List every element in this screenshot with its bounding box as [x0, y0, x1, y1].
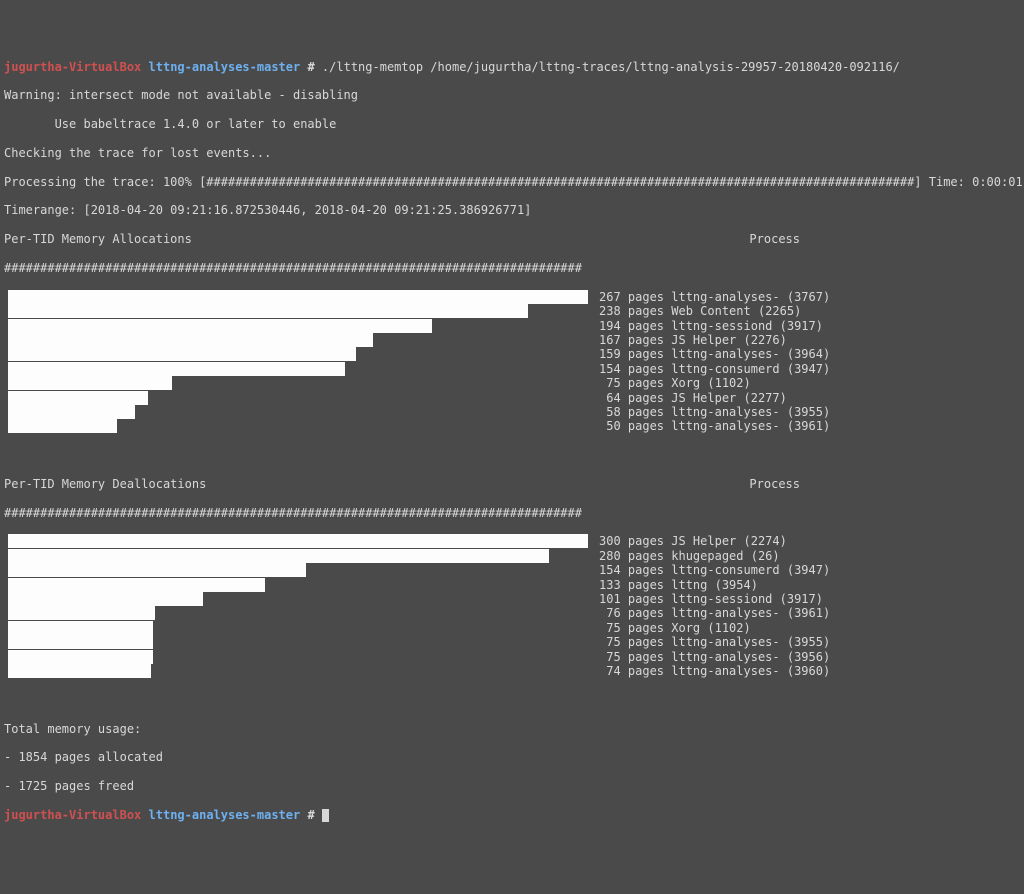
bar-fill	[8, 333, 373, 347]
bar-fill	[8, 563, 306, 577]
warning-line-2: Use babeltrace 1.4.0 or later to enable	[4, 117, 1020, 131]
bar-row: 159 pages lttng-analyses- (3964)	[4, 347, 1020, 361]
bar-label: 154 pages lttng-consumerd (3947)	[599, 362, 830, 376]
alloc-title: Per-TID Memory Allocations	[4, 232, 192, 246]
bar-fill	[8, 362, 345, 376]
bar-label: 194 pages lttng-sessiond (3917)	[599, 319, 823, 333]
bar-label: 75 pages lttng-analyses- (3956)	[599, 650, 830, 664]
prompt-sep: #	[300, 60, 322, 74]
bar-fill	[8, 534, 588, 548]
alloc-header: Per-TID Memory Allocations Process	[4, 232, 1020, 246]
bar-row: 76 pages lttng-analyses- (3961)	[4, 606, 1020, 620]
bar-fill	[8, 391, 148, 405]
bar-row: 154 pages lttng-consumerd (3947)	[4, 563, 1020, 577]
bar-fill	[8, 405, 135, 419]
bar-row: 267 pages lttng-analyses- (3767)	[4, 290, 1020, 304]
bar-row: 75 pages lttng-analyses- (3955)	[4, 635, 1020, 649]
bar-label: 133 pages lttng (3954)	[599, 578, 758, 592]
alloc-hashline: ########################################…	[4, 261, 1020, 275]
summary-allocated: - 1854 pages allocated	[4, 750, 1020, 764]
prompt-line-1: jugurtha-VirtualBox lttng-analyses-maste…	[4, 60, 1020, 74]
bar-row: 64 pages JS Helper (2277)	[4, 391, 1020, 405]
bar-label: 238 pages Web Content (2265)	[599, 304, 801, 318]
bar-row: 280 pages khugepaged (26)	[4, 549, 1020, 563]
bar-fill	[8, 606, 155, 620]
bar-label: 75 pages Xorg (1102)	[599, 376, 751, 390]
bar-label: 300 pages JS Helper (2274)	[599, 534, 787, 548]
bar-fill	[8, 650, 153, 664]
bar-fill	[8, 621, 153, 635]
checking-line: Checking the trace for lost events...	[4, 146, 1020, 160]
dealloc-title: Per-TID Memory Deallocations	[4, 477, 206, 491]
bar-row: 167 pages JS Helper (2276)	[4, 333, 1020, 347]
bar-row: 238 pages Web Content (2265)	[4, 304, 1020, 318]
alloc-chart: 267 pages lttng-analyses- (3767)238 page…	[4, 290, 1020, 434]
bar-label: 50 pages lttng-analyses- (3961)	[599, 419, 830, 433]
bar-fill	[8, 578, 265, 592]
bar-fill	[8, 319, 432, 333]
bar-label: 154 pages lttng-consumerd (3947)	[599, 563, 830, 577]
bar-label: 75 pages Xorg (1102)	[599, 621, 751, 635]
bar-row: 58 pages lttng-analyses- (3955)	[4, 405, 1020, 419]
bar-label: 159 pages lttng-analyses- (3964)	[599, 347, 830, 361]
bar-row: 75 pages Xorg (1102)	[4, 621, 1020, 635]
bar-row: 194 pages lttng-sessiond (3917)	[4, 319, 1020, 333]
bar-fill	[8, 549, 549, 563]
bar-row: 101 pages lttng-sessiond (3917)	[4, 592, 1020, 606]
summary-title: Total memory usage:	[4, 722, 1020, 736]
working-dir: lttng-analyses-master	[149, 60, 301, 74]
bar-row: 133 pages lttng (3954)	[4, 578, 1020, 592]
bar-label: 76 pages lttng-analyses- (3961)	[599, 606, 830, 620]
dealloc-chart: 300 pages JS Helper (2274)280 pages khug…	[4, 534, 1020, 678]
timerange-line: Timerange: [2018-04-20 09:21:16.87253044…	[4, 203, 1020, 217]
bar-label: 64 pages JS Helper (2277)	[599, 391, 787, 405]
bar-fill	[8, 635, 153, 649]
user-host: jugurtha-VirtualBox	[4, 808, 141, 822]
summary-freed: - 1725 pages freed	[4, 779, 1020, 793]
bar-row: 75 pages Xorg (1102)	[4, 376, 1020, 390]
alloc-col: Process	[749, 232, 800, 246]
bar-fill	[8, 592, 203, 606]
bar-row: 75 pages lttng-analyses- (3956)	[4, 650, 1020, 664]
processing-line: Processing the trace: 100% [############…	[4, 175, 1020, 189]
bar-label: 267 pages lttng-analyses- (3767)	[599, 290, 830, 304]
command: ./lttng-memtop /home/jugurtha/lttng-trac…	[322, 60, 900, 74]
bar-fill	[8, 347, 356, 361]
user-host: jugurtha-VirtualBox	[4, 60, 141, 74]
bar-label: 75 pages lttng-analyses- (3955)	[599, 635, 830, 649]
bar-label: 101 pages lttng-sessiond (3917)	[599, 592, 823, 606]
prompt-line-2[interactable]: jugurtha-VirtualBox lttng-analyses-maste…	[4, 808, 1020, 822]
bar-fill	[8, 419, 117, 433]
dealloc-col: Process	[749, 477, 800, 491]
bar-fill	[8, 304, 528, 318]
bar-label: 167 pages JS Helper (2276)	[599, 333, 787, 347]
bar-row: 300 pages JS Helper (2274)	[4, 534, 1020, 548]
bar-fill	[8, 664, 151, 678]
bar-label: 58 pages lttng-analyses- (3955)	[599, 405, 830, 419]
bar-row: 50 pages lttng-analyses- (3961)	[4, 419, 1020, 433]
bar-row: 154 pages lttng-consumerd (3947)	[4, 362, 1020, 376]
bar-label: 74 pages lttng-analyses- (3960)	[599, 664, 830, 678]
working-dir: lttng-analyses-master	[149, 808, 301, 822]
bar-fill	[8, 376, 172, 390]
cursor-icon	[322, 809, 329, 822]
prompt-sep: #	[300, 808, 322, 822]
bar-row: 74 pages lttng-analyses- (3960)	[4, 664, 1020, 678]
bar-label: 280 pages khugepaged (26)	[599, 549, 780, 563]
dealloc-header: Per-TID Memory Deallocations Process	[4, 477, 1020, 491]
bar-fill	[8, 290, 588, 304]
warning-line-1: Warning: intersect mode not available - …	[4, 88, 1020, 102]
